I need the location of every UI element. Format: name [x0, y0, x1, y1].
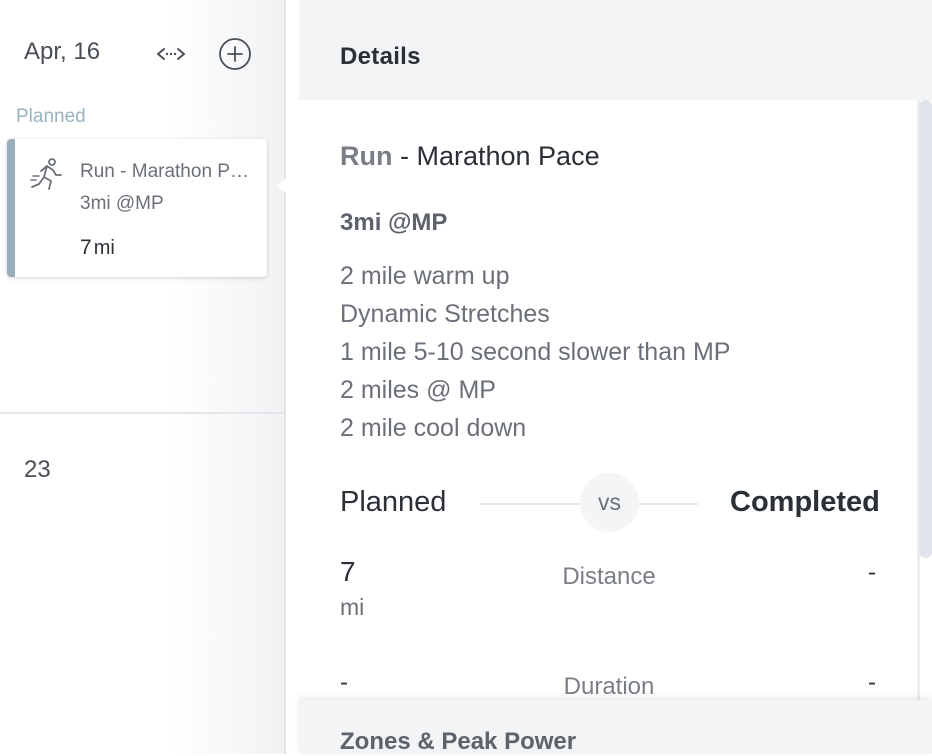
expand-icon[interactable] — [152, 40, 190, 68]
add-circle-icon[interactable] — [218, 37, 252, 71]
metric-duration-planned-value: - — [340, 669, 348, 696]
workout-card[interactable]: Run - Marathon Pace 3mi @MP 7 mi — [7, 139, 267, 277]
workout-title-separator: - — [392, 141, 417, 171]
workout-sport: Run — [340, 141, 393, 171]
comparison-completed-label: Completed — [730, 486, 880, 518]
metric-distance-planned-unit: mi — [340, 594, 365, 620]
details-header: Details — [299, 0, 932, 100]
week-divider — [0, 412, 284, 414]
details-panel: Details Run - Marathon Pace 3mi @MP 2 mi… — [299, 0, 932, 754]
planned-section-label: Planned — [16, 106, 86, 127]
workout-card-accent — [7, 139, 15, 277]
description-line: 1 mile 5-10 second slower than MP — [340, 338, 731, 366]
metric-distance-completed-value: - — [868, 559, 876, 586]
zones-section-header[interactable]: Zones & Peak Power — [299, 700, 932, 755]
metric-duration-label: Duration — [563, 673, 655, 700]
day-date: Apr, 16 — [24, 38, 101, 65]
runner-icon — [29, 157, 65, 193]
workout-card-title: Run - Marathon Pace — [80, 161, 255, 182]
comparison-planned-label: Planned — [340, 486, 447, 518]
description-line: 2 mile cool down — [340, 414, 527, 442]
zones-title: Zones & Peak Power — [340, 728, 577, 755]
description-line: 2 miles @ MP — [340, 376, 496, 404]
workout-card-subtitle: 3mi @MP — [80, 193, 164, 214]
description-line: 2 mile warm up — [340, 262, 510, 290]
day-date-next-week: 23 — [24, 456, 51, 483]
workout-title: Run - Marathon Pace — [340, 141, 600, 172]
column-divider — [284, 0, 286, 754]
metric-distance-label: Distance — [562, 563, 656, 590]
details-header-title: Details — [340, 43, 421, 70]
metric-distance-planned-value: 7 — [340, 556, 356, 587]
card-pointer — [276, 168, 300, 204]
workout-card-distance-value: 7 — [80, 236, 92, 259]
metric-duration-completed-value: - — [868, 669, 876, 696]
workout-subtitle: 3mi @MP — [340, 209, 448, 236]
calendar-column: Apr, 16 Planned Run - Marathon Pace 3mi … — [0, 0, 284, 754]
description-line: Dynamic Stretches — [340, 300, 550, 328]
workout-name: Marathon Pace — [416, 141, 600, 171]
scrollbar-thumb[interactable] — [919, 100, 932, 558]
vs-badge: vs — [580, 473, 639, 532]
workout-card-distance: 7 mi — [80, 236, 115, 260]
workout-card-distance-unit: mi — [93, 237, 115, 259]
